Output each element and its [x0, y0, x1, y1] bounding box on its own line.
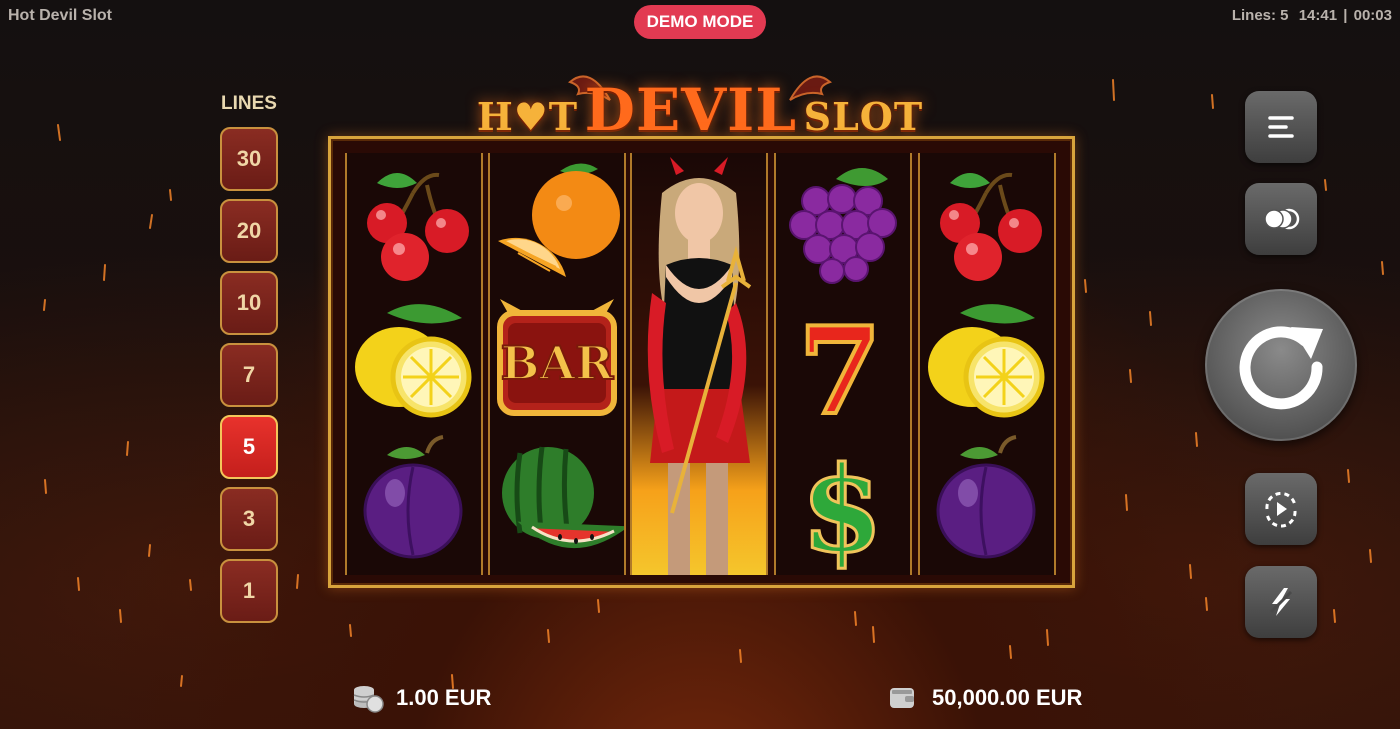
coin-value-button[interactable]	[1245, 183, 1317, 255]
bar-symbol: BAR	[490, 293, 624, 433]
cherry-symbol	[347, 153, 481, 293]
seven-label: 7	[798, 301, 882, 433]
turbo-icon	[1269, 588, 1293, 616]
watermelon-symbol	[490, 433, 624, 573]
reel-3	[630, 153, 768, 575]
reel-2: BAR	[488, 153, 626, 575]
status-separator: |	[1343, 7, 1348, 24]
logo-hot: H♥T	[476, 94, 579, 139]
menu-icon	[1268, 116, 1294, 138]
lines-option-1[interactable]: 1	[220, 559, 278, 623]
plum-symbol	[347, 433, 481, 573]
lines-option-10[interactable]: 10	[220, 271, 278, 335]
plum-icon	[363, 435, 463, 559]
devil-girl-wild-symbol	[632, 153, 766, 575]
lines-option-20[interactable]: 20	[220, 199, 278, 263]
bet-value: 1.00 EUR	[396, 685, 492, 710]
seven-symbol: 7	[776, 293, 910, 433]
clock: 14:41	[1298, 7, 1338, 24]
watermelon-icon	[502, 446, 624, 549]
orange-symbol	[490, 153, 624, 293]
app-title: Hot Devil Slot	[8, 7, 113, 24]
status-info: Lines: 5 14:41 | 00:03	[1226, 7, 1392, 24]
logo-wordmark: H♥T DEVIL SLOT	[470, 76, 930, 144]
lines-status: Lines: 5	[1231, 7, 1289, 24]
demo-mode-badge: DEMO MODE	[634, 5, 766, 39]
dollar-icon: $	[799, 439, 884, 574]
plum-icon	[936, 435, 1036, 559]
lines-option-7[interactable]: 7	[220, 343, 278, 407]
spin-button[interactable]	[1205, 289, 1357, 441]
coin-stack-icon	[353, 686, 384, 713]
spin-icon	[1239, 326, 1323, 410]
balance-value: 50,000.00 EUR	[932, 685, 1083, 710]
cherry-icon	[940, 172, 1042, 281]
dollar-label: $	[801, 440, 883, 573]
lemon-symbol	[347, 293, 481, 433]
logo-devil: DEVIL	[584, 76, 798, 144]
lemon-symbol	[920, 293, 1054, 433]
lines-title: LINES	[221, 93, 277, 114]
seven-icon: 7	[796, 299, 884, 433]
lines-option-30[interactable]: 30	[220, 127, 278, 191]
orange-icon	[498, 163, 620, 277]
reel-5	[918, 153, 1056, 575]
lemon-icon	[355, 304, 472, 418]
turbo-button[interactable]	[1245, 566, 1317, 638]
logo-slot: SLOT	[803, 94, 924, 139]
grapes-icon	[789, 168, 897, 284]
coins-icon	[1264, 208, 1300, 230]
lemon-icon	[928, 304, 1045, 418]
lines-option-3[interactable]: 3	[220, 487, 278, 551]
reel-1	[345, 153, 483, 575]
devil-girl-icon	[647, 157, 752, 575]
top-status-bar: Hot Devil Slot DEMO MODE Lines: 5 14:41 …	[0, 0, 1400, 39]
reels-frame: BAR 7 $	[328, 136, 1075, 588]
wallet-icon	[890, 688, 914, 708]
autoplay-button[interactable]	[1245, 473, 1317, 545]
bar-label: BAR	[501, 336, 615, 390]
cherry-symbol	[920, 153, 1054, 293]
plum-symbol	[920, 433, 1054, 573]
dollar-symbol: $	[776, 433, 910, 574]
session-timer: 00:03	[1353, 7, 1392, 24]
autoplay-icon	[1265, 491, 1297, 528]
reel-4: 7 $	[774, 153, 912, 575]
grapes-symbol	[776, 153, 910, 293]
lines-option-5[interactable]: 5	[220, 415, 278, 479]
cherry-icon	[367, 172, 469, 281]
bar-icon: BAR	[497, 299, 617, 416]
menu-button[interactable]	[1245, 91, 1317, 163]
